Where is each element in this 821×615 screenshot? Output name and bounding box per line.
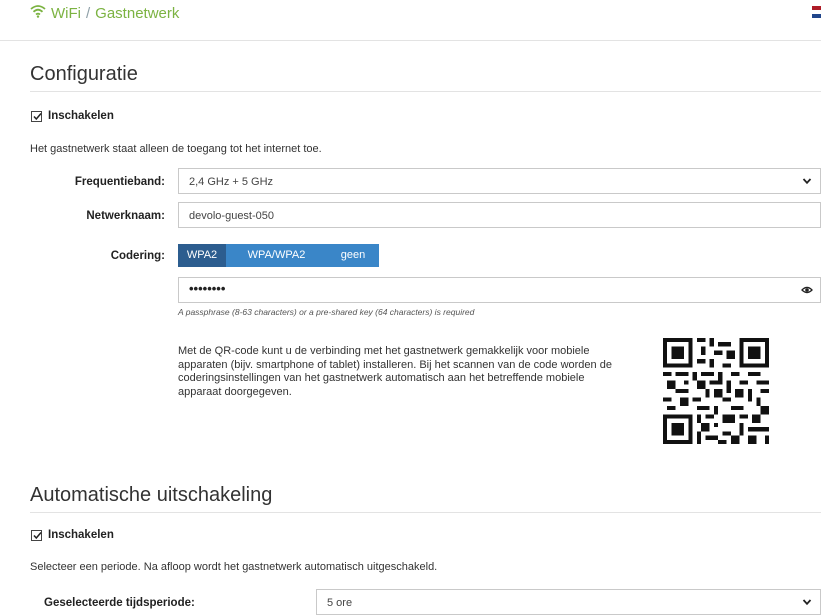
show-password-button[interactable]: [794, 278, 820, 302]
config-section-title: Configuratie: [30, 63, 138, 85]
period-value: 5 ore: [327, 597, 353, 609]
breadcrumb: WiFi / Gastnetwerk: [51, 5, 179, 22]
checkbox-icon[interactable]: [31, 530, 42, 541]
checkbox-icon[interactable]: [31, 111, 42, 122]
password-mask: ••••••••: [189, 281, 226, 296]
freq-band-label: Frequentieband:: [74, 176, 165, 188]
breadcrumb-separator: /: [86, 5, 91, 22]
wifi-icon: [30, 5, 46, 18]
encryption-option-wpa-wpa2[interactable]: WPA/WPA2: [226, 244, 327, 267]
breadcrumb-wifi[interactable]: WiFi: [51, 5, 81, 22]
flag-icon[interactable]: [812, 6, 821, 18]
encryption-option-none[interactable]: geen: [327, 244, 379, 267]
password-hint: A passphrase (8-63 characters) or a pre-…: [178, 307, 475, 317]
encryption-label: Codering:: [110, 250, 165, 262]
qr-code: [663, 338, 769, 444]
auto-off-description: Selecteer een periode. Na afloop wordt h…: [30, 561, 438, 573]
auto-off-section-divider: [30, 512, 821, 513]
breadcrumb-current: Gastnetwerk: [95, 5, 180, 22]
config-section-divider: [30, 91, 821, 92]
eye-icon: [801, 286, 813, 294]
encryption-option-wpa2[interactable]: WPA2: [178, 244, 226, 267]
freq-band-select[interactable]: 2,4 GHz + 5 GHz: [178, 168, 821, 194]
config-description: Het gastnetwerk staat alleen de toegang …: [30, 143, 322, 155]
period-label: Geselecteerde tijdsperiode:: [44, 597, 195, 609]
ssid-input[interactable]: devolo-guest-050: [178, 202, 821, 228]
freq-band-value: 2,4 GHz + 5 GHz: [189, 176, 274, 188]
ssid-label: Netwerknaam:: [86, 210, 165, 222]
auto-off-enable-label: Inschakelen: [48, 529, 114, 541]
qr-description: Met de QR-code kunt u de verbinding met …: [178, 345, 612, 398]
config-enable-label: Inschakelen: [48, 110, 114, 122]
chevron-down-icon: [802, 178, 812, 185]
password-input[interactable]: ••••••••: [178, 277, 821, 303]
chevron-down-icon: [802, 599, 812, 606]
auto-off-section-title: Automatische uitschakeling: [30, 484, 273, 506]
top-header: WiFi / Gastnetwerk: [0, 0, 821, 41]
ssid-value: devolo-guest-050: [189, 210, 275, 222]
period-select[interactable]: 5 ore: [316, 589, 821, 615]
